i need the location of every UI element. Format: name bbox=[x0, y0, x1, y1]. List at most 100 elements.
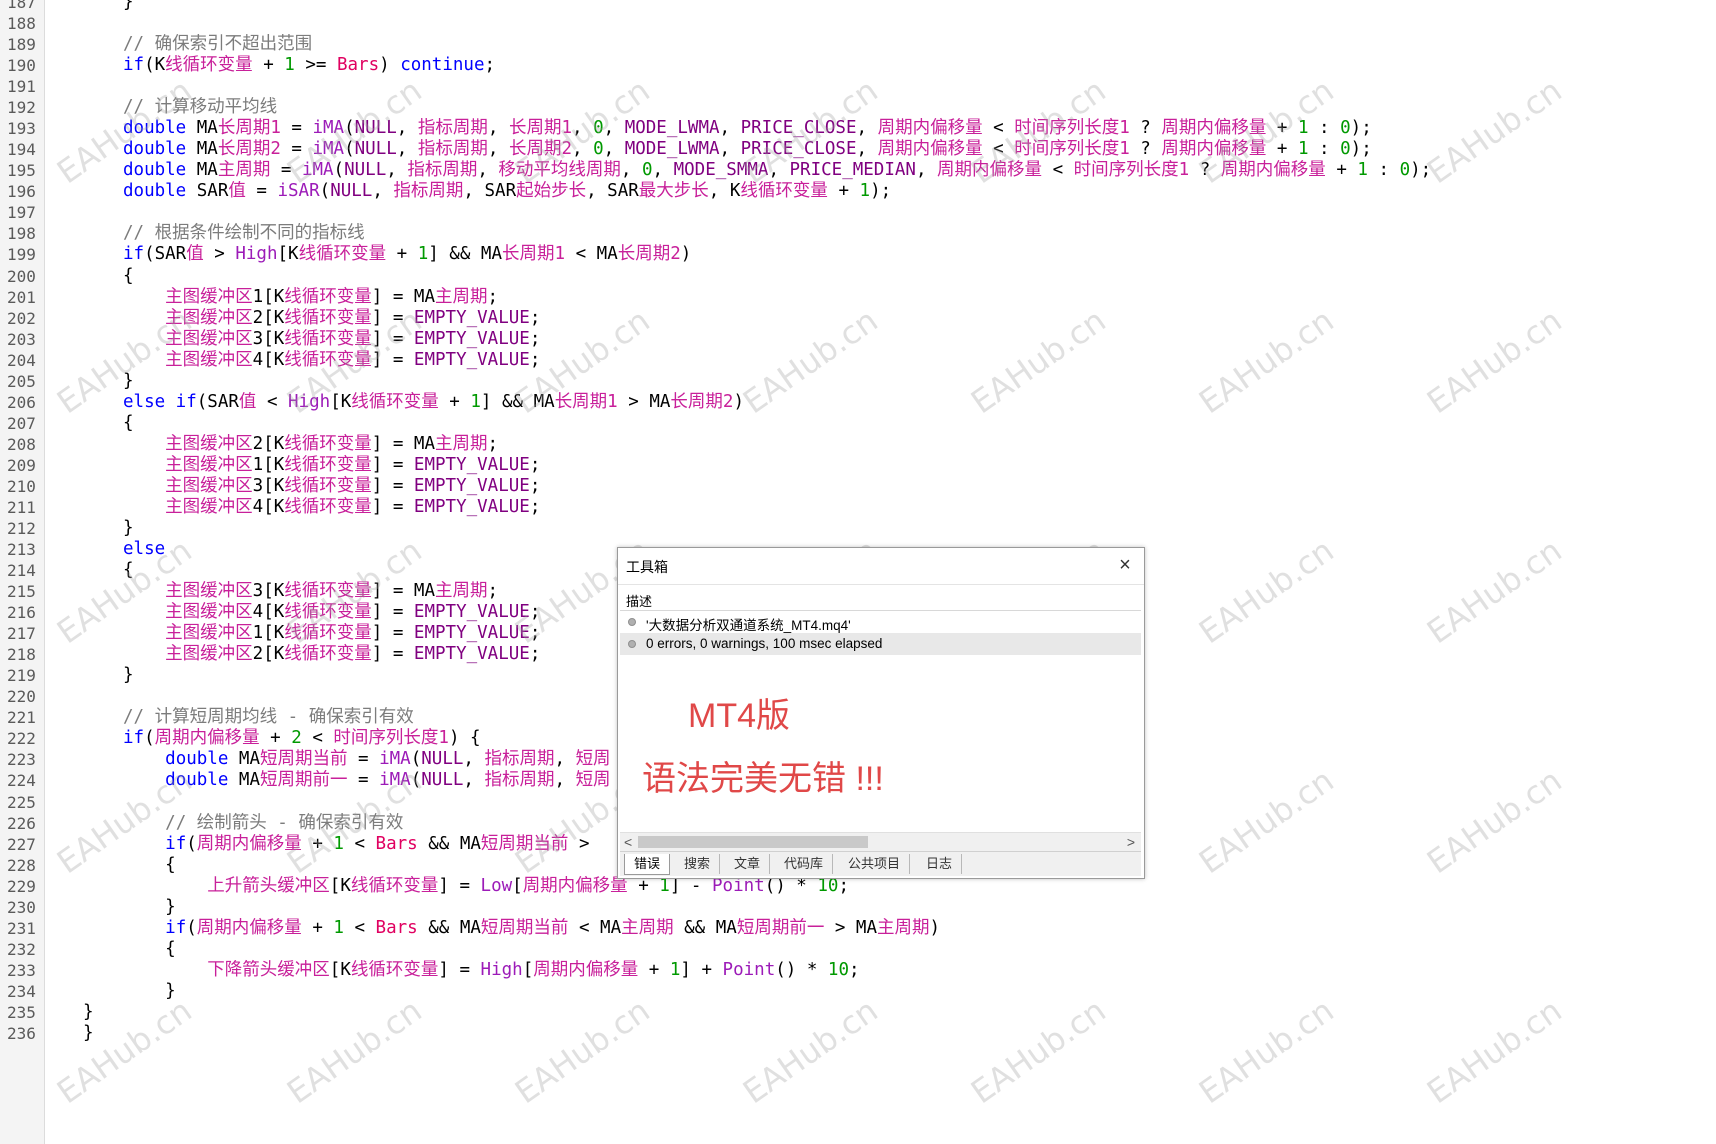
code-token: 0 bbox=[641, 160, 653, 180]
code-line[interactable]: // 计算短周期均线 - 确保索引有效 bbox=[123, 706, 414, 729]
watermark-text: EAHub.cn bbox=[1420, 301, 1569, 422]
scroll-left-icon[interactable]: < bbox=[624, 833, 632, 851]
code-line[interactable]: } bbox=[123, 517, 134, 540]
tab-public-projects[interactable]: 公共项目 bbox=[839, 854, 911, 874]
code-line[interactable]: // 确保索引不超出范围 bbox=[123, 33, 312, 56]
code-line[interactable]: double MA长周期2 = iMA(NULL, 指标周期, 长周期2, 0,… bbox=[123, 138, 1372, 161]
code-line[interactable]: else if(SAR值 < High[K线循环变量 + 1] && MA长周期… bbox=[123, 391, 744, 414]
scrollbar-thumb[interactable] bbox=[638, 836, 868, 848]
line-number: 210 bbox=[7, 477, 36, 496]
code-line[interactable]: { bbox=[123, 559, 134, 582]
code-line[interactable]: 主图缓冲区3[K线循环变量] = EMPTY_VALUE; bbox=[123, 328, 540, 351]
code-line[interactable]: } bbox=[123, 370, 134, 393]
code-line[interactable]: } bbox=[123, 0, 134, 14]
code-token: ] = bbox=[371, 308, 414, 328]
code-token: 1 bbox=[1297, 118, 1309, 138]
code-line[interactable]: 主图缓冲区1[K线循环变量] = MA主周期; bbox=[123, 286, 498, 309]
code-line[interactable]: 主图缓冲区1[K线循环变量] = EMPTY_VALUE; bbox=[123, 622, 540, 645]
code-token: 起始步长 bbox=[516, 181, 587, 201]
code-line[interactable]: } bbox=[83, 1022, 94, 1045]
code-token: 1[K bbox=[252, 287, 285, 307]
code-token: EMPTY_VALUE bbox=[413, 350, 530, 370]
code-line[interactable]: 下降箭头缓冲区[K线循环变量] = High[周期内偏移量 + 1] + Poi… bbox=[123, 959, 859, 982]
tab-articles[interactable]: 文章 bbox=[725, 854, 771, 874]
code-line[interactable]: 主图缓冲区3[K线循环变量] = EMPTY_VALUE; bbox=[123, 475, 540, 498]
code-line[interactable]: if(K线循环变量 + 1 >= Bars) continue; bbox=[123, 54, 495, 77]
code-token: 指标周期 bbox=[407, 160, 478, 180]
scroll-right-icon[interactable]: > bbox=[1127, 833, 1135, 851]
line-number: 229 bbox=[7, 877, 36, 896]
code-line[interactable]: 主图缓冲区4[K线循环变量] = EMPTY_VALUE; bbox=[123, 601, 540, 624]
code-line[interactable]: 主图缓冲区2[K线循环变量] = MA主周期; bbox=[123, 433, 498, 456]
code-line[interactable]: } bbox=[123, 896, 176, 919]
line-number: 219 bbox=[7, 666, 36, 685]
code-line[interactable]: } bbox=[123, 664, 134, 687]
code-line[interactable]: double SAR值 = iSAR(NULL, 指标周期, SAR起始步长, … bbox=[123, 180, 891, 203]
line-number: 209 bbox=[7, 456, 36, 475]
code-line[interactable]: else bbox=[123, 538, 165, 561]
code-token: ] = bbox=[371, 455, 414, 475]
code-line[interactable]: 主图缓冲区2[K线循环变量] = EMPTY_VALUE; bbox=[123, 643, 540, 666]
code-token: + bbox=[827, 181, 860, 201]
code-token: iMA bbox=[312, 139, 345, 159]
tab-search[interactable]: 搜索 bbox=[675, 854, 721, 874]
code-token: ( bbox=[344, 118, 355, 138]
code-line[interactable]: 主图缓冲区3[K线循环变量] = MA主周期; bbox=[123, 580, 498, 603]
code-line[interactable]: { bbox=[123, 854, 176, 877]
toolbox-window[interactable]: 工具箱 × 描述 '大数据分析双通道系统_MT4.mq4' 0 errors, … bbox=[617, 547, 1145, 879]
code-line[interactable]: // 绘制箭头 - 确保索引有效 bbox=[123, 812, 403, 835]
line-number: 213 bbox=[7, 540, 36, 559]
code-token: 周期内偏移量 bbox=[196, 918, 302, 938]
horizontal-scrollbar[interactable]: < > bbox=[620, 832, 1141, 851]
toolbox-titlebar[interactable]: 工具箱 × bbox=[618, 548, 1144, 585]
code-token: = bbox=[280, 118, 313, 138]
toolbox-output-panel[interactable]: 描述 '大数据分析双通道系统_MT4.mq4' 0 errors, 0 warn… bbox=[620, 588, 1141, 840]
code-token: Point bbox=[712, 876, 765, 896]
tab-code-base[interactable]: 代码库 bbox=[775, 854, 834, 874]
code-line[interactable]: 主图缓冲区4[K线循环变量] = EMPTY_VALUE; bbox=[123, 349, 540, 372]
code-token: 主周期 bbox=[877, 918, 930, 938]
code-token: MA bbox=[186, 139, 218, 159]
code-line[interactable]: double MA长周期1 = iMA(NULL, 指标周期, 长周期1, 0,… bbox=[123, 117, 1372, 140]
code-line[interactable]: 主图缓冲区2[K线循环变量] = EMPTY_VALUE; bbox=[123, 307, 540, 330]
code-token: EMPTY_VALUE bbox=[413, 497, 530, 517]
code-line[interactable]: if(周期内偏移量 + 2 < 时间序列长度1) { bbox=[123, 727, 481, 750]
code-token: () * bbox=[764, 876, 818, 896]
code-token: (SAR bbox=[196, 392, 239, 412]
tab-journal[interactable]: 日志 bbox=[917, 854, 963, 874]
code-token: ; bbox=[529, 623, 541, 643]
code-line[interactable]: 主图缓冲区1[K线循环变量] = EMPTY_VALUE; bbox=[123, 454, 540, 477]
code-token: < MA bbox=[568, 918, 622, 938]
code-token: 线循环变量 bbox=[284, 287, 372, 307]
code-token: iSAR bbox=[277, 181, 320, 201]
tab-errors[interactable]: 错误 bbox=[624, 854, 671, 875]
code-token: && MA bbox=[673, 918, 737, 938]
code-line[interactable]: } bbox=[123, 980, 176, 1003]
close-icon[interactable]: × bbox=[1114, 554, 1136, 576]
code-token: } bbox=[83, 1002, 94, 1022]
output-row-result[interactable]: 0 errors, 0 warnings, 100 msec elapsed bbox=[620, 633, 1141, 655]
code-token: 周期内偏移量 bbox=[522, 876, 628, 896]
code-line[interactable]: { bbox=[123, 412, 134, 435]
code-line[interactable]: // 根据条件绘制不同的指标线 bbox=[123, 222, 365, 245]
code-line[interactable]: { bbox=[123, 938, 176, 961]
output-column-header[interactable]: 描述 bbox=[620, 588, 1141, 611]
code-line[interactable]: // 计算移动平均线 bbox=[123, 96, 277, 119]
output-row-file[interactable]: '大数据分析双通道系统_MT4.mq4' bbox=[620, 611, 1141, 633]
code-token: ); bbox=[1350, 118, 1372, 138]
code-token: && MA bbox=[417, 918, 481, 938]
code-line[interactable]: if(周期内偏移量 + 1 < Bars && MA短周期当前 < MA主周期 … bbox=[123, 917, 940, 940]
code-token: 时间序列长度1 bbox=[1073, 160, 1190, 180]
line-number: 226 bbox=[7, 814, 36, 833]
code-token: 2 bbox=[291, 728, 302, 748]
code-line[interactable]: if(周期内偏移量 + 1 < Bars && MA短周期当前 > bbox=[123, 833, 589, 856]
code-line[interactable]: { bbox=[123, 265, 134, 288]
code-token: 主周期 bbox=[434, 434, 488, 454]
code-token: ) bbox=[680, 244, 692, 264]
code-line[interactable]: 主图缓冲区4[K线循环变量] = EMPTY_VALUE; bbox=[123, 496, 540, 519]
code-line[interactable]: double MA主周期 = iMA(NULL, 指标周期, 移动平均线周期, … bbox=[123, 159, 1431, 182]
code-line[interactable]: } bbox=[83, 1001, 94, 1024]
code-line[interactable]: if(SAR值 > High[K线循环变量 + 1] && MA长周期1 < M… bbox=[123, 243, 691, 266]
